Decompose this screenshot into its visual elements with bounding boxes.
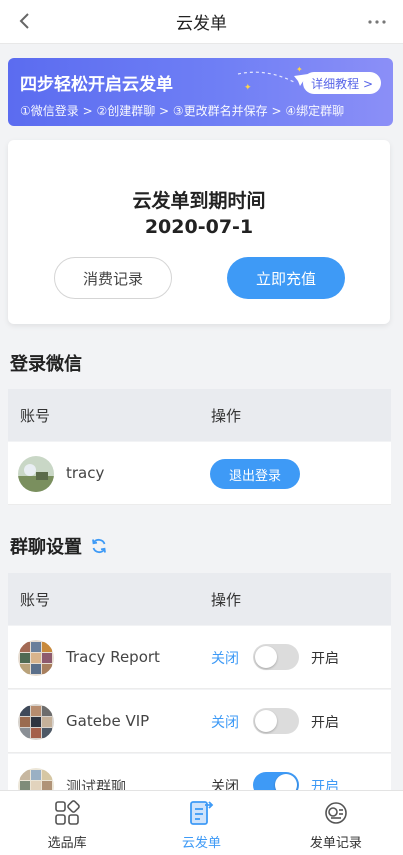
table-row: Gatebe VIP 关闭 开启 [8,690,391,753]
off-label: 关闭 [211,651,239,667]
chevron-left-icon [19,13,29,29]
more-button[interactable] [365,10,389,34]
consume-record-button[interactable]: 消费记录 [54,257,172,299]
toggle-knob [255,646,277,668]
tab-order-records[interactable]: 发单记录 [269,791,403,855]
on-label: 开启 [311,651,339,667]
group-table-header: 账号 操作 [8,573,391,625]
tutorial-button[interactable]: 详细教程 > [303,72,381,94]
group-avatar [18,704,54,740]
tab-label: 选品库 [47,836,87,851]
tab-label: 发单记录 [309,836,362,851]
col-account: 账号 [20,590,51,609]
on-label: 开启 [311,715,339,731]
record-icon [325,802,347,824]
expiry-title: 云发单到期时间 [132,190,266,212]
more-dots-icon [368,20,386,24]
wechat-section-title: 登录微信 [10,350,82,376]
on-label: 开启 [311,779,339,790]
grid-icon [55,800,80,825]
document-send-icon [190,801,214,825]
off-label: 关闭 [211,715,239,731]
off-label: 关闭 [211,779,239,790]
table-row: 测试群聊 关闭 开启 [8,754,391,790]
toggle-knob [255,710,277,732]
group-toggle[interactable] [253,644,299,670]
back-button[interactable] [12,9,36,33]
tab-label: 云发单 [181,836,221,851]
wechat-section-label: 登录微信 [10,354,82,375]
svg-text:✦: ✦ [244,83,252,93]
banner-title: 四步轻松开启云发单 [20,75,173,95]
content-area[interactable]: 四步轻松开启云发单 ✦ ✦ 详细教程 > ①微信登录 > ②创建群聊 > ③更改… [0,44,403,790]
table-row: tracy 退出登录 [8,442,391,505]
expiry-card: 云发单到期时间 2020-07-1 消费记录 立即充值 [8,140,390,324]
tutorial-banner[interactable]: 四步轻松开启云发单 ✦ ✦ 详细教程 > ①微信登录 > ②创建群聊 > ③更改… [8,58,393,126]
tab-product-library[interactable]: 选品库 [0,791,134,855]
col-account: 账号 [20,406,51,425]
tab-cloud-order[interactable]: 云发单 [134,791,268,855]
refresh-icon[interactable] [90,537,108,555]
group-name: Tracy Report [66,648,160,666]
group-section-label: 群聊设置 [10,537,82,558]
account-name: tracy [66,464,105,482]
col-action: 操作 [211,590,242,609]
col-action: 操作 [211,406,242,425]
wechat-table-header: 账号 操作 [8,389,391,441]
banner-steps: ①微信登录 > ②创建群聊 > ③更改群名并保存 > ④绑定群聊 [20,104,345,118]
recharge-button[interactable]: 立即充值 [227,257,345,299]
group-avatar [18,768,54,790]
group-avatar [18,640,54,676]
bottom-tab-bar: 选品库 云发单 发单记录 [0,790,403,855]
group-section-title: 群聊设置 [10,533,108,559]
avatar [18,456,54,492]
top-bar: 云发单 [0,0,403,44]
expiry-date: 2020-07-1 [144,216,254,238]
toggle-knob [275,774,297,790]
group-toggle[interactable] [253,708,299,734]
logout-button[interactable]: 退出登录 [210,459,300,489]
svg-text:✦: ✦ [296,66,303,74]
group-toggle[interactable] [253,772,299,790]
group-name: Gatebe VIP [66,712,150,730]
table-row: Tracy Report 关闭 开启 [8,626,391,689]
page-title: 云发单 [176,14,227,34]
group-name: 测试群聊 [66,778,127,790]
